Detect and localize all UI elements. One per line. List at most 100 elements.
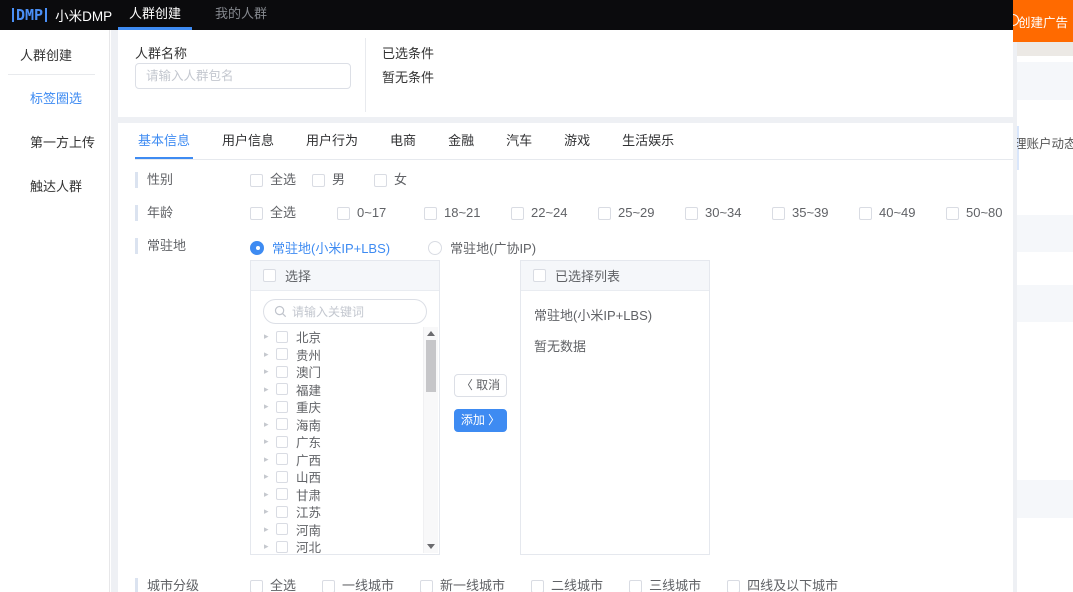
checkbox-icon[interactable] <box>511 207 524 220</box>
checkbox-icon[interactable] <box>598 207 611 220</box>
transfer-cancel-button[interactable]: 〈 取消 <box>454 374 507 397</box>
checkbox-icon[interactable] <box>276 488 288 500</box>
checkbox-icon[interactable] <box>276 348 288 360</box>
checkbox-icon[interactable] <box>276 331 288 343</box>
checkbox-icon[interactable] <box>276 366 288 378</box>
region-tree-item[interactable]: ▸ 贵州 <box>264 346 439 364</box>
checkbox-icon[interactable] <box>772 207 785 220</box>
sidebar-item[interactable]: 触达人群 <box>0 163 109 207</box>
category-tab[interactable]: 基本信息 <box>135 123 193 159</box>
checkbox-icon[interactable] <box>276 523 288 535</box>
checkbox-icon[interactable] <box>322 580 335 592</box>
checkbox-icon[interactable] <box>629 580 642 592</box>
gender-option[interactable]: 男 <box>312 172 374 188</box>
age-option[interactable]: 35~39 <box>772 205 859 221</box>
region-tree-item[interactable]: ▸ 甘肃 <box>264 486 439 504</box>
city-tier-option[interactable]: 四线及以下城市 <box>727 578 838 592</box>
expand-caret-icon[interactable]: ▸ <box>264 402 276 411</box>
region-tree-item[interactable]: ▸ 北京 <box>264 328 439 346</box>
region-radio[interactable]: 常驻地(广协IP) <box>428 238 536 257</box>
expand-caret-icon[interactable]: ▸ <box>264 455 276 464</box>
checkbox-icon[interactable] <box>276 471 288 483</box>
expand-caret-icon[interactable]: ▸ <box>264 507 276 516</box>
top-nav-tab[interactable]: 人群创建 <box>118 0 192 30</box>
city-tier-option[interactable]: 一线城市 <box>322 578 394 592</box>
age-option[interactable]: 0~17 <box>337 205 424 221</box>
category-tab[interactable]: 电商 <box>387 123 419 159</box>
checkbox-icon[interactable] <box>337 207 350 220</box>
expand-caret-icon[interactable]: ▸ <box>264 332 276 341</box>
region-tree-item[interactable]: ▸ 重庆 <box>264 398 439 416</box>
checkbox-icon[interactable] <box>727 580 740 592</box>
checkbox-icon[interactable] <box>946 207 959 220</box>
category-tab[interactable]: 金融 <box>445 123 477 159</box>
scroll-down-icon[interactable] <box>427 544 435 549</box>
checkbox-icon[interactable] <box>531 580 544 592</box>
city-tier-option[interactable]: 二线城市 <box>531 578 603 592</box>
checkbox-icon[interactable] <box>276 418 288 430</box>
checkbox-icon[interactable] <box>420 580 433 592</box>
age-option[interactable]: 30~34 <box>685 205 772 221</box>
category-tab[interactable]: 汽车 <box>503 123 535 159</box>
category-tab[interactable]: 用户行为 <box>303 123 361 159</box>
sidebar-item[interactable]: 第一方上传 <box>0 119 109 163</box>
age-option[interactable]: 25~29 <box>598 205 685 221</box>
checkbox-icon[interactable] <box>276 541 288 553</box>
region-tree-item[interactable]: ▸ 广西 <box>264 451 439 469</box>
select-all-checkbox[interactable] <box>263 269 276 282</box>
region-tree-item[interactable]: ▸ 福建 <box>264 381 439 399</box>
gender-option[interactable]: 女 <box>374 172 436 188</box>
age-option[interactable]: 18~21 <box>424 205 511 221</box>
sidebar-item[interactable]: 标签圈选 <box>0 75 109 119</box>
region-tree-item[interactable]: ▸ 河北 <box>264 538 439 555</box>
checkbox-icon[interactable] <box>312 174 325 187</box>
checkbox-icon[interactable] <box>276 401 288 413</box>
age-option[interactable]: 22~24 <box>511 205 598 221</box>
city-tier-option[interactable]: 新一线城市 <box>420 578 505 592</box>
transfer-add-button[interactable]: 添加 〉 <box>454 409 507 432</box>
checkbox-icon[interactable] <box>374 174 387 187</box>
expand-caret-icon[interactable]: ▸ <box>264 437 276 446</box>
age-option[interactable]: 40~49 <box>859 205 946 221</box>
age-option[interactable]: 全选 <box>250 205 337 221</box>
region-tree-item[interactable]: ▸ 广东 <box>264 433 439 451</box>
checkbox-icon[interactable] <box>250 174 263 187</box>
expand-caret-icon[interactable]: ▸ <box>264 385 276 394</box>
region-tree-item[interactable]: ▸ 河南 <box>264 521 439 539</box>
list-scrollbar[interactable] <box>423 327 438 553</box>
region-radio[interactable]: 常驻地(小米IP+LBS) <box>250 238 390 257</box>
checkbox-icon[interactable] <box>685 207 698 220</box>
checkbox-icon[interactable] <box>250 580 263 592</box>
city-tier-option[interactable]: 三线城市 <box>629 578 701 592</box>
audience-name-input[interactable] <box>135 63 351 89</box>
radio-icon[interactable] <box>250 241 264 255</box>
region-tree-item[interactable]: ▸ 山西 <box>264 468 439 486</box>
region-tree-item[interactable]: ▸ 江苏 <box>264 503 439 521</box>
region-tree-item[interactable]: ▸ 澳门 <box>264 363 439 381</box>
age-option[interactable]: 50~80 <box>946 205 1013 221</box>
scrollbar-thumb[interactable] <box>426 340 436 392</box>
expand-caret-icon[interactable]: ▸ <box>264 542 276 551</box>
region-tree-item[interactable]: ▸ 海南 <box>264 416 439 434</box>
checkbox-icon[interactable] <box>859 207 872 220</box>
checkbox-icon[interactable] <box>276 453 288 465</box>
region-search-input[interactable] <box>292 305 412 319</box>
expand-caret-icon[interactable]: ▸ <box>264 490 276 499</box>
expand-caret-icon[interactable]: ▸ <box>264 367 276 376</box>
top-nav-tab[interactable]: 我的人群 <box>204 0 278 30</box>
expand-caret-icon[interactable]: ▸ <box>264 350 276 359</box>
expand-caret-icon[interactable]: ▸ <box>264 472 276 481</box>
scroll-up-icon[interactable] <box>427 331 435 336</box>
select-all-checkbox[interactable] <box>533 269 546 282</box>
checkbox-icon[interactable] <box>250 207 263 220</box>
radio-icon[interactable] <box>428 241 442 255</box>
category-tab[interactable]: 用户信息 <box>219 123 277 159</box>
checkbox-icon[interactable] <box>276 436 288 448</box>
gender-option[interactable]: 全选 <box>250 172 312 188</box>
checkbox-icon[interactable] <box>276 383 288 395</box>
city-tier-option[interactable]: 全选 <box>250 578 296 592</box>
expand-caret-icon[interactable]: ▸ <box>264 525 276 534</box>
checkbox-icon[interactable] <box>424 207 437 220</box>
category-tab[interactable]: 游戏 <box>561 123 593 159</box>
checkbox-icon[interactable] <box>276 506 288 518</box>
